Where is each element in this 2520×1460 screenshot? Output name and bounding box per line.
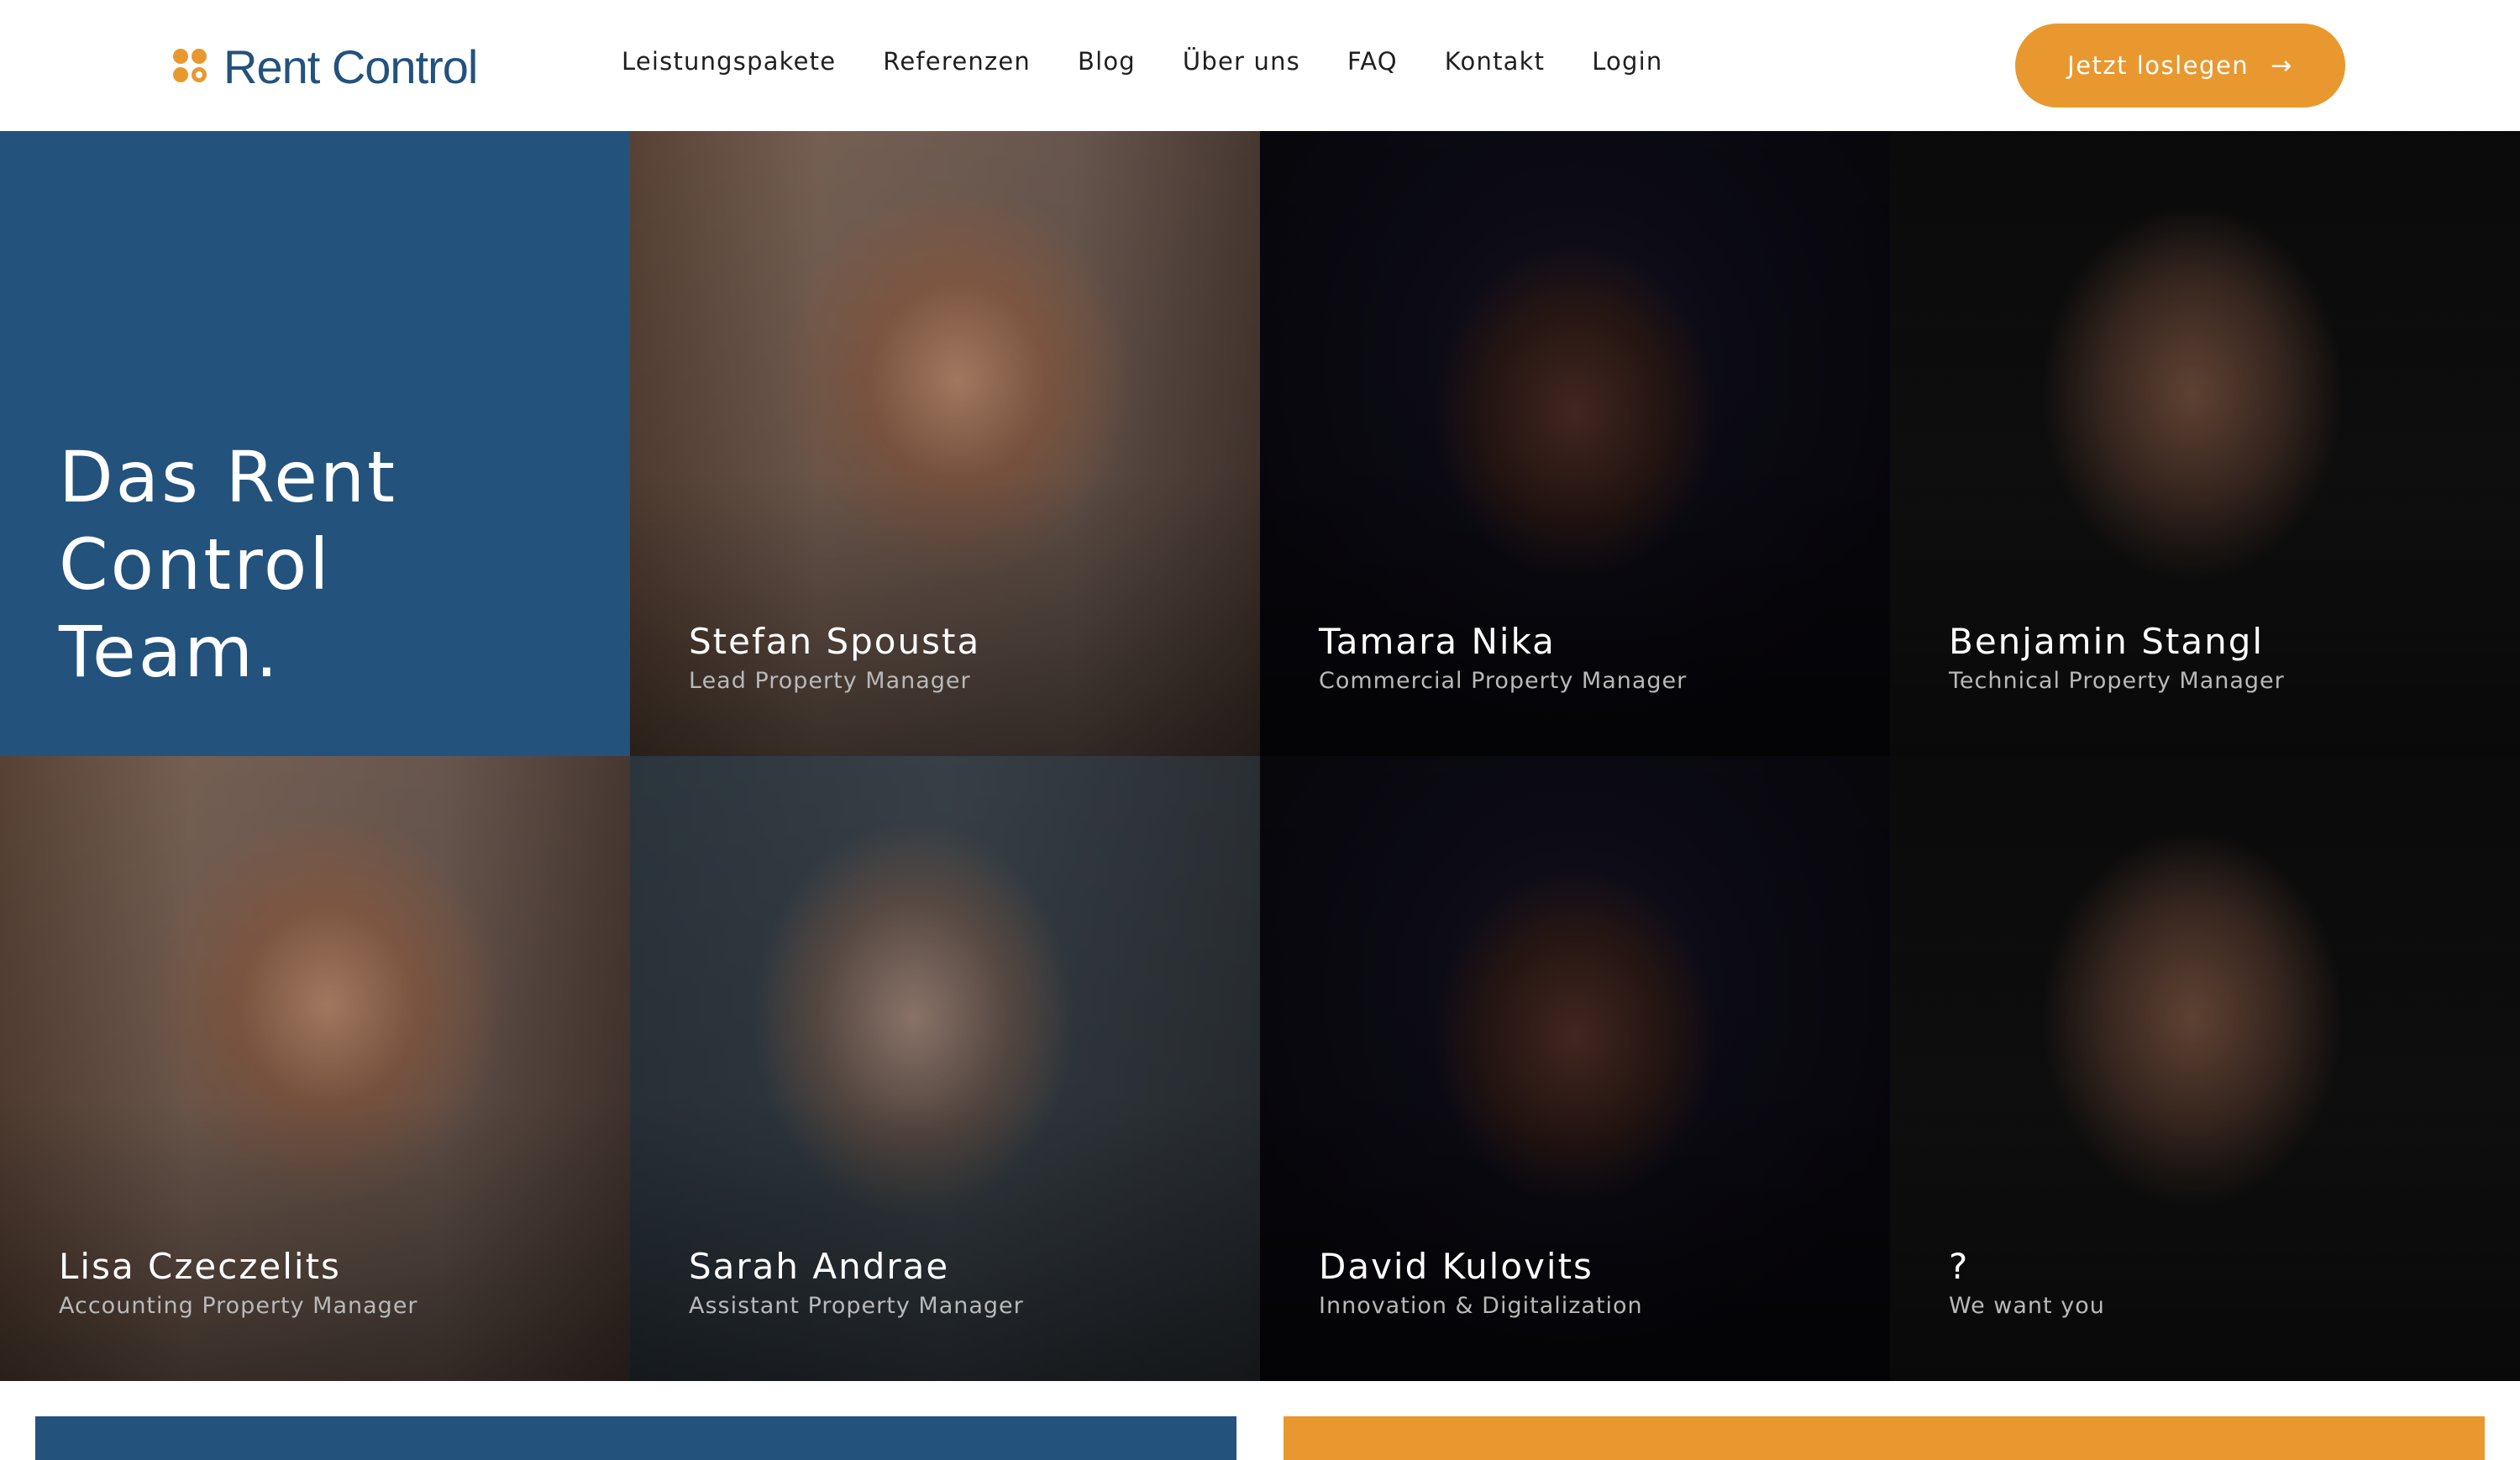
nav-item-kontakt[interactable]: Kontakt [1445,47,1545,76]
member-role: Innovation & Digitalization [1319,1293,1643,1319]
member-name: Sarah Andrae [689,1246,950,1287]
member-role: Commercial Property Manager [1319,668,1688,694]
member-name: Lisa Czeczelits [59,1246,341,1287]
member-role: Assistant Property Manager [689,1293,1024,1319]
nav-item-referenzen[interactable]: Referenzen [883,47,1031,76]
team-title: Das Rent Control Team. [59,436,398,693]
main-nav: Leistungspakete Referenzen Blog Über uns… [622,47,1662,76]
logo[interactable]: Rent Control [173,39,478,93]
team-member-card[interactable]: ? We want you [1890,756,2520,1381]
team-member-card[interactable]: Lisa Czeczelits Accounting Property Mana… [0,756,630,1381]
logo-mark-icon [173,49,208,84]
member-role: Technical Property Manager [1949,668,2285,694]
team-member-card[interactable]: Benjamin Stangl Technical Property Manag… [1890,131,2520,756]
site-header: Rent Control Leistungspakete Referenzen … [0,0,2520,131]
nav-item-faq[interactable]: FAQ [1347,47,1398,76]
logo-text: Rent Control [223,39,478,93]
member-role: We want you [1949,1293,2105,1319]
member-role: Lead Property Manager [689,668,971,694]
get-started-label: Jetzt loslegen [2067,51,2250,80]
nav-item-ueber-uns[interactable]: Über uns [1183,47,1300,76]
member-name: Stefan Spousta [689,621,981,662]
team-member-card[interactable]: Sarah Andrae Assistant Property Manager [630,756,1260,1381]
team-member-card[interactable]: Stefan Spousta Lead Property Manager [630,131,1260,756]
member-name: David Kulovits [1319,1246,1593,1287]
team-member-card[interactable]: Tamara Nika Commercial Property Manager [1260,131,1890,756]
arrow-right-icon: → [2271,50,2293,81]
nav-item-leistungspakete[interactable]: Leistungspakete [622,47,836,76]
get-started-button[interactable]: Jetzt loslegen → [2015,24,2345,108]
nav-item-blog[interactable]: Blog [1078,47,1136,76]
orange-card [1284,1416,2485,1460]
team-grid: Das Rent Control Team. Stefan Spousta Le… [0,131,2520,1381]
nav-item-login[interactable]: Login [1592,47,1662,76]
team-member-card[interactable]: David Kulovits Innovation & Digitalizati… [1260,756,1890,1381]
blue-card [35,1416,1236,1460]
member-name: Tamara Nika [1319,621,1556,662]
team-intro-tile: Das Rent Control Team. [0,131,630,756]
member-role: Accounting Property Manager [59,1293,418,1319]
member-name: ? [1949,1246,1970,1287]
member-name: Benjamin Stangl [1949,621,2265,662]
